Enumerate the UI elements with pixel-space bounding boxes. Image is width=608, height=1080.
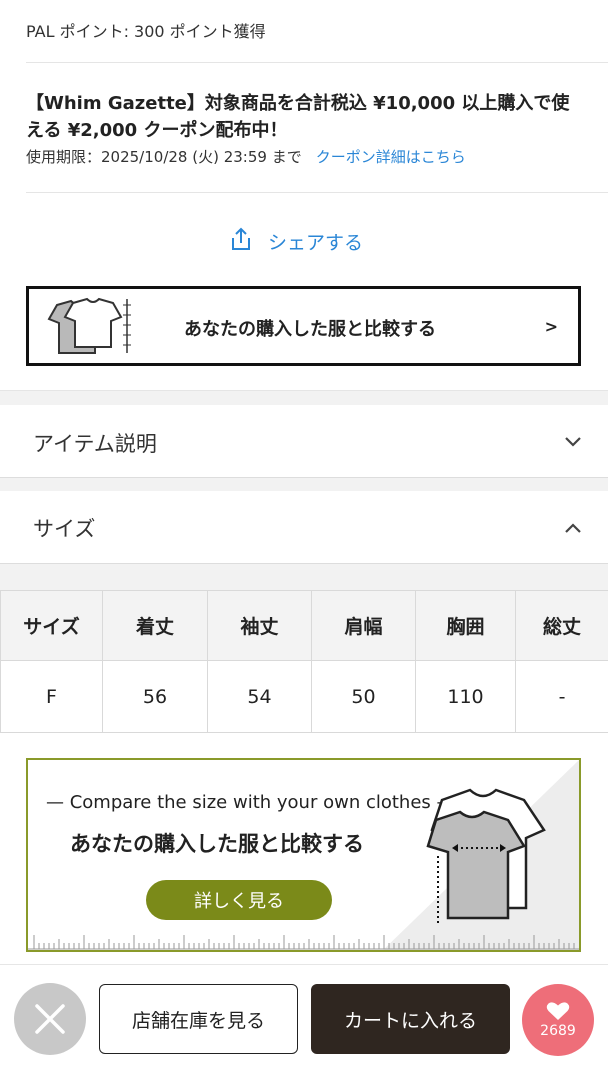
accordion-size[interactable]: サイズ xyxy=(0,491,608,564)
share-button[interactable]: シェアする xyxy=(228,226,363,257)
table-cell: - xyxy=(515,660,608,733)
ruler-graphic xyxy=(28,935,579,950)
accordion-title: アイテム説明 xyxy=(33,432,157,456)
table-cell: 110 xyxy=(415,660,516,733)
accordion-title: サイズ xyxy=(33,517,96,541)
coupon-detail-link[interactable]: クーポン詳細はこちら xyxy=(316,148,466,166)
table-cell: 50 xyxy=(311,660,416,733)
add-to-cart-button[interactable]: カートに入れる xyxy=(311,984,510,1054)
header-cell: 肩幅 xyxy=(311,590,416,661)
compare-size-banner[interactable]: — Compare the size with your own clothes… xyxy=(26,758,581,952)
header-cell: 袖丈 xyxy=(207,590,312,661)
accordion-item-description[interactable]: アイテム説明 xyxy=(0,405,608,478)
tshirt-measure-icon xyxy=(408,778,558,942)
size-table: サイズ 着丈 袖丈 肩幅 胸囲 総丈 F 56 54 50 110 - xyxy=(0,590,608,733)
size-table-header: サイズ 着丈 袖丈 肩幅 胸囲 総丈 xyxy=(0,590,608,661)
points-text: PAL ポイント: 300 ポイント獲得 xyxy=(26,22,266,41)
chevron-up-icon xyxy=(564,519,582,538)
coupon-expiry: 使用期限：2025/10/28 (火) 23:59 まで xyxy=(26,148,302,166)
close-button[interactable] xyxy=(14,983,86,1055)
compare-button-label: あなたの購入した服と比較する xyxy=(184,319,436,340)
coupon-title: 【Whim Gazette】対象商品を合計税込 ¥10,000 以上購入で使える… xyxy=(26,93,570,141)
divider xyxy=(26,192,608,193)
header-cell: 着丈 xyxy=(102,590,208,661)
table-cell: 56 xyxy=(102,660,208,733)
favorite-count: 2689 xyxy=(540,1023,576,1039)
banner-japanese-text: あなたの購入した服と比較する xyxy=(70,832,364,856)
header-cell: サイズ xyxy=(0,590,103,661)
header-cell: 総丈 xyxy=(515,590,608,661)
share-icon xyxy=(228,226,254,257)
compare-clothes-button[interactable]: あなたの購入した服と比較する > xyxy=(26,286,581,366)
header-cell: 胸囲 xyxy=(415,590,516,661)
table-cell: F xyxy=(0,660,103,733)
share-label: シェアする xyxy=(268,232,364,254)
bottom-action-bar: 店舗在庫を見る カートに入れる 2689 xyxy=(0,964,608,1080)
tshirt-compare-icon xyxy=(37,295,137,361)
coupon-meta: 使用期限：2025/10/28 (火) 23:59 まで クーポン詳細はこちら xyxy=(26,146,466,167)
heart-icon xyxy=(546,1002,570,1020)
store-stock-button[interactable]: 店舗在庫を見る xyxy=(99,984,298,1054)
favorite-button[interactable]: 2689 xyxy=(522,984,594,1056)
table-cell: 54 xyxy=(207,660,312,733)
see-details-button[interactable]: 詳しく見る xyxy=(146,880,332,920)
chevron-down-icon xyxy=(564,433,582,452)
banner-english-text: — Compare the size with your own clothes… xyxy=(46,792,455,813)
chevron-right-icon: > xyxy=(544,317,558,336)
divider xyxy=(26,62,608,63)
table-row: F 56 54 50 110 - xyxy=(0,660,608,733)
close-icon xyxy=(35,1004,65,1034)
